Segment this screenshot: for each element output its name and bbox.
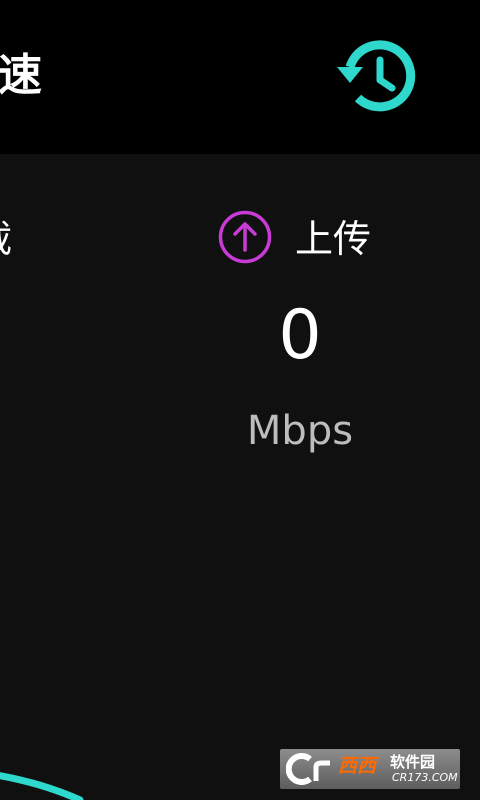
upload-speed-value: 0 [278,296,322,375]
download-label: 载 [0,214,12,264]
history-button[interactable] [334,38,420,116]
speed-results-panel: 载 上传 0 Mbps [0,154,480,800]
speed-test-screen: 速 载 上传 0 Mbps 西西 [0,0,480,800]
top-app-bar: 速 [0,0,480,154]
watermark-logo: 西西 软件园 CR173.COM [280,749,460,789]
watermark-site: 软件园 [390,753,436,771]
upload-speed-unit: Mbps [246,408,354,454]
arrow-up-circle-icon [217,209,273,265]
app-title: 速 [0,50,42,101]
upload-label: 上传 [295,217,372,261]
speed-gauge-arc [0,772,84,800]
watermark-url: CR173.COM [392,771,458,784]
watermark-cr-logo [286,753,330,785]
history-icon [337,40,416,112]
watermark-brand: 西西 [338,755,377,777]
